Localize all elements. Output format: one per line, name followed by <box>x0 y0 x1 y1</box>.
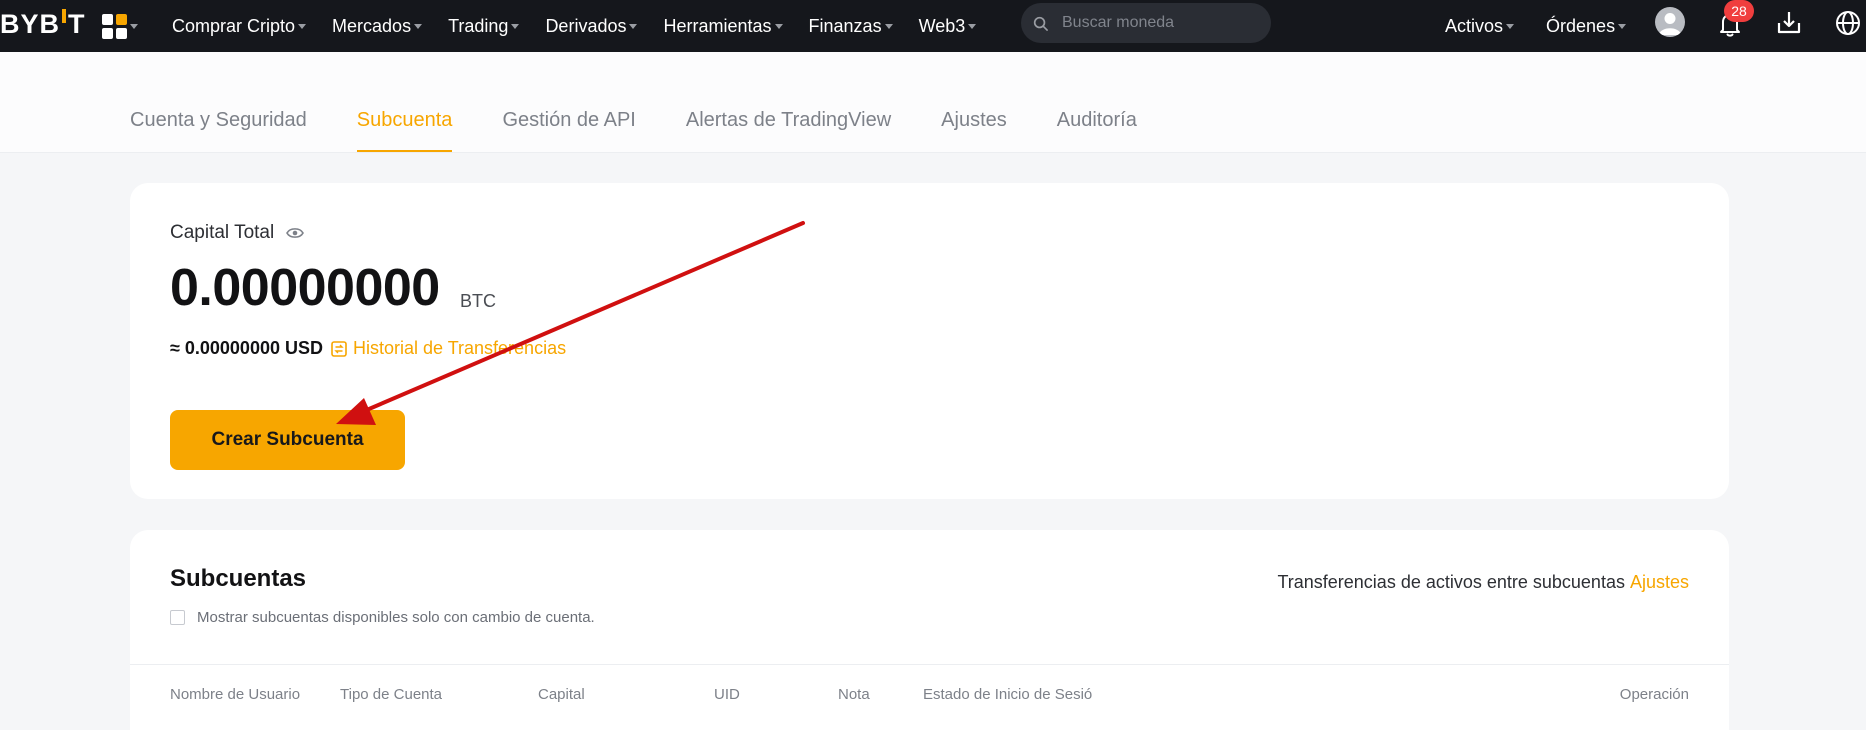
nav-finanzas[interactable]: Finanzas <box>809 16 893 37</box>
tab-alertas-tradingview[interactable]: Alertas de TradingView <box>686 109 891 152</box>
capital-card: Capital Total 0.00000000 BTC ≈ 0.0000000… <box>130 183 1729 499</box>
avatar[interactable] <box>1655 7 1685 37</box>
column-header-operation: Operación <box>1619 686 1689 703</box>
column-header-account-type: Tipo de Cuenta <box>340 686 443 703</box>
search-icon <box>1033 16 1048 31</box>
capital-unit: BTC <box>460 291 496 311</box>
nav-mercados[interactable]: Mercados <box>332 16 423 37</box>
column-header-capital: Capital <box>538 686 585 703</box>
nav-ordenes[interactable]: Órdenes <box>1546 16 1627 37</box>
available-only-label: Mostrar subcuentas disponibles solo con … <box>197 609 595 626</box>
chevron-down-icon <box>1618 23 1627 29</box>
search-box[interactable] <box>1021 3 1271 43</box>
tab-auditoria[interactable]: Auditoría <box>1057 109 1137 152</box>
notification-badge: 28 <box>1724 0 1754 22</box>
chevron-down-icon <box>511 23 520 29</box>
subaccount-settings-link[interactable]: Ajustes <box>1630 572 1689 592</box>
account-tabs: Cuenta y Seguridad Subcuenta Gestión de … <box>130 109 1187 152</box>
tab-cuenta-seguridad[interactable]: Cuenta y Seguridad <box>130 109 307 152</box>
user-icon <box>1659 13 1681 35</box>
divider <box>130 664 1729 665</box>
usd-value: ≈ 0.00000000 USD <box>170 338 323 358</box>
chevron-down-icon <box>629 23 638 29</box>
capital-label-row: Capital Total <box>170 222 305 244</box>
column-header-login-status: Estado de Inicio de Sesió <box>923 686 1093 703</box>
chevron-down-icon <box>774 23 783 29</box>
chevron-down-icon <box>130 23 138 29</box>
transfer-history-link[interactable]: Historial de Transferencias <box>353 338 566 359</box>
main-nav: Comprar Cripto Mercados Trading Derivado… <box>172 0 1002 52</box>
column-header-uid: UID <box>714 686 740 703</box>
capital-label: Capital Total <box>170 222 275 243</box>
subaccount-transfer-text: Transferencias de activos entre subcuent… <box>1277 572 1625 592</box>
nav-comprar-cripto[interactable]: Comprar Cripto <box>172 16 307 37</box>
column-header-username: Nombre de Usuario <box>170 686 301 703</box>
capital-amount: 0.00000000 <box>170 259 440 317</box>
subaccount-transfer-row: Transferencias de activos entre subcuent… <box>1277 572 1689 593</box>
tab-ajustes[interactable]: Ajustes <box>941 109 1007 152</box>
download-icon[interactable] <box>1775 8 1803 36</box>
chevron-down-icon <box>1506 23 1515 29</box>
nav-herramientas[interactable]: Herramientas <box>663 16 783 37</box>
bybit-logo[interactable]: BYB T <box>0 9 86 40</box>
nav-trading[interactable]: Trading <box>448 16 520 37</box>
chevron-down-icon <box>884 23 893 29</box>
search-input[interactable] <box>1060 13 1264 33</box>
nav-right: Activos Órdenes <box>1445 0 1658 52</box>
globe-icon[interactable] <box>1833 8 1863 38</box>
nav-web3[interactable]: Web3 <box>919 16 977 37</box>
chevron-down-icon <box>298 23 307 29</box>
account-tabbar: Cuenta y Seguridad Subcuenta Gestión de … <box>0 52 1866 153</box>
usd-row: ≈ 0.00000000 USD Historial de Transferen… <box>170 338 566 359</box>
subaccounts-title: Subcuentas <box>170 565 307 592</box>
nav-activos[interactable]: Activos <box>1445 16 1515 37</box>
transfer-history-icon[interactable] <box>331 340 347 357</box>
subaccounts-card: Subcuentas Transferencias de activos ent… <box>130 530 1729 730</box>
column-header-note: Nota <box>838 686 870 703</box>
top-navbar: BYB T Comprar Cripto Mercados Trading Der… <box>0 0 1866 52</box>
eye-icon[interactable] <box>286 226 305 240</box>
create-subaccount-button[interactable]: Crear Subcuenta <box>170 410 405 470</box>
tab-subcuenta[interactable]: Subcuenta <box>356 109 452 152</box>
apps-menu-icon[interactable] <box>102 11 138 41</box>
filter-checkbox-row: Mostrar subcuentas disponibles solo con … <box>170 609 595 626</box>
nav-derivados[interactable]: Derivados <box>545 16 638 37</box>
chevron-down-icon <box>968 23 977 29</box>
available-only-checkbox[interactable] <box>170 610 185 625</box>
tab-gestion-api[interactable]: Gestión de API <box>502 109 635 152</box>
chevron-down-icon <box>414 23 423 29</box>
